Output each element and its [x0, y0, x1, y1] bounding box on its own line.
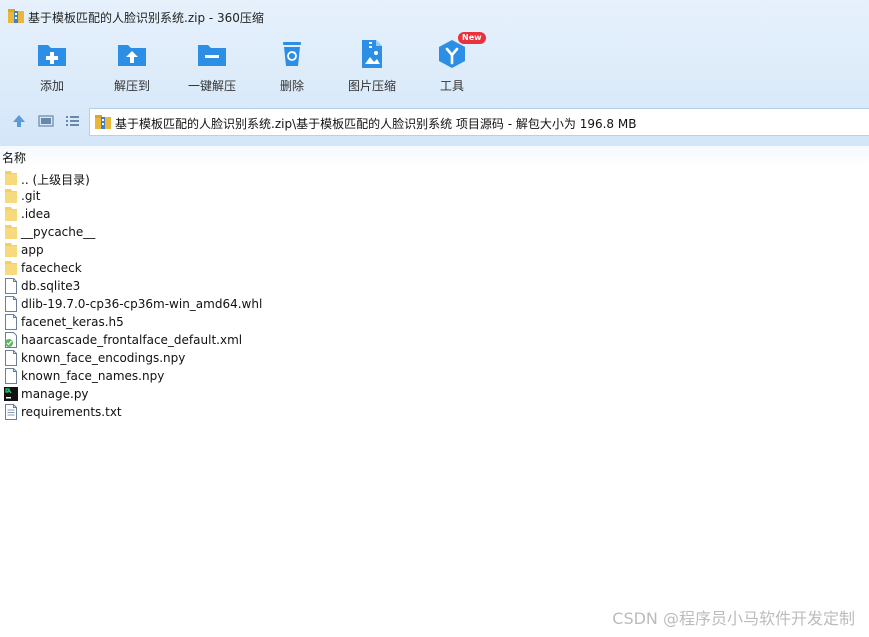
file-row[interactable]: requirements.txt [0, 403, 869, 421]
extract-to-label: 解压到 [113, 79, 150, 93]
address-bar[interactable]: 基于模板匹配的人脸识别系统.zip\基于模板匹配的人脸识别系统 项目源码 - 解… [89, 108, 869, 136]
navigation-bar: 基于模板匹配的人脸识别系统.zip\基于模板匹配的人脸识别系统 项目源码 - 解… [0, 106, 869, 136]
file-row[interactable]: .idea [0, 205, 869, 223]
file-row[interactable]: haarcascade_frontalface_default.xml [0, 331, 869, 349]
file-name: requirements.txt [21, 405, 122, 419]
archive-icon [95, 115, 111, 129]
file-row[interactable]: known_face_encodings.npy [0, 349, 869, 367]
file-row[interactable]: .git [0, 187, 869, 205]
toolbar: 添加 解压到 一键解压 删除 图片压缩 New 工具 [0, 32, 869, 100]
extract-to-button[interactable]: 解压到 [92, 34, 172, 98]
file-icon [5, 278, 17, 294]
file-name: haarcascade_frontalface_default.xml [21, 333, 243, 347]
file-name: __pycache__ [21, 225, 96, 239]
file-name: db.sqlite3 [21, 279, 81, 293]
window-title: 基于模板匹配的人脸识别系统.zip - 360压缩 [28, 11, 264, 25]
thumbnail-view-icon[interactable] [38, 113, 54, 129]
delete-button[interactable]: 删除 [252, 34, 332, 98]
file-icon [5, 296, 17, 312]
folder-icon [5, 171, 17, 185]
file-row[interactable]: manage.py [0, 385, 869, 403]
folder-icon [5, 261, 17, 275]
file-name: known_face_names.npy [21, 369, 165, 383]
archive-app-icon [8, 9, 24, 23]
file-name: .. (上级目录) [21, 173, 90, 187]
file-name: facenet_keras.h5 [21, 315, 124, 329]
file-row[interactable]: facecheck [0, 259, 869, 277]
file-name: .idea [21, 207, 51, 221]
tools-label: 工具 [439, 79, 464, 93]
file-list: .. (上级目录) .git .idea __pycache__app facechec… [0, 169, 869, 421]
folder-icon [5, 225, 17, 239]
folder-icon [5, 189, 17, 203]
file-row[interactable]: dlib-19.7.0-cp36-cp36m-win_amd64.whl [0, 295, 869, 313]
file-name: app [21, 243, 44, 257]
file-row[interactable]: __pycache__ [0, 223, 869, 241]
file-icon [5, 368, 17, 384]
top-chrome: 基于模板匹配的人脸识别系统.zip - 360压缩 添加 解压到 一键解压 删除… [0, 0, 869, 146]
add-button[interactable]: 添加 [12, 34, 92, 98]
file-name: facecheck [21, 261, 82, 275]
title-bar: 基于模板匹配的人脸识别系统.zip - 360压缩 [0, 0, 869, 32]
file-row[interactable]: app [0, 241, 869, 259]
list-view-icon[interactable] [64, 113, 80, 129]
file-row[interactable]: facenet_keras.h5 [0, 313, 869, 331]
file-row[interactable]: db.sqlite3 [0, 277, 869, 295]
column-header-label: 名称 [2, 151, 27, 165]
one-click-extract-icon [198, 45, 226, 66]
file-name: manage.py [21, 387, 89, 401]
column-header-name[interactable]: 名称 [0, 146, 869, 166]
one-click-extract-label: 一键解压 [187, 79, 236, 93]
file-row[interactable]: .. (上级目录) [0, 169, 869, 187]
folder-icon [5, 207, 17, 221]
xml-file-icon [5, 332, 17, 348]
file-name: .git [21, 189, 41, 203]
file-name: known_face_encodings.npy [21, 351, 186, 365]
trash-icon [283, 42, 301, 66]
file-icon [5, 314, 17, 330]
up-arrow-icon[interactable] [11, 113, 27, 129]
file-icon [5, 350, 17, 366]
one-click-extract-button[interactable]: 一键解压 [172, 34, 252, 98]
text-file-icon [5, 404, 17, 420]
file-name: dlib-19.7.0-cp36-cp36m-win_amd64.whl [21, 297, 263, 311]
new-badge: New [458, 32, 486, 44]
watermark: CSDN @程序员小马软件开发定制 [612, 609, 855, 628]
file-row[interactable]: known_face_names.npy [0, 367, 869, 385]
extract-folder-icon [118, 45, 146, 66]
image-compress-label: 图片压缩 [347, 79, 396, 93]
python-file-icon [4, 387, 18, 401]
add-label: 添加 [39, 79, 64, 93]
folder-icon [5, 243, 17, 257]
add-folder-icon [38, 45, 66, 66]
address-path: 基于模板匹配的人脸识别系统.zip\基于模板匹配的人脸识别系统 项目源码 - 解… [115, 117, 637, 131]
delete-label: 删除 [279, 79, 304, 93]
image-compress-button[interactable]: 图片压缩 [332, 34, 412, 98]
tools-button[interactable]: New 工具 [412, 32, 492, 98]
image-compress-icon [362, 40, 382, 68]
